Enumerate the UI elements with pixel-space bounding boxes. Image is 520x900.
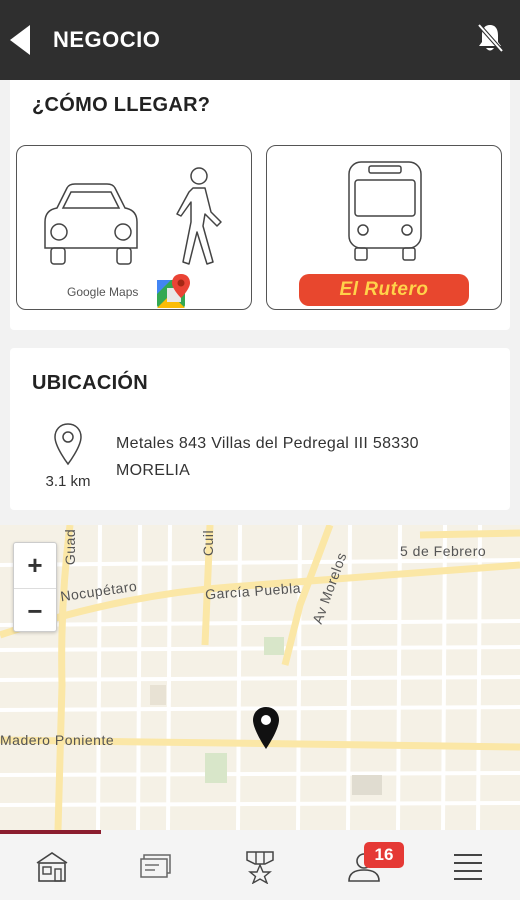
menu-icon xyxy=(454,854,482,880)
nav-home[interactable] xyxy=(0,834,104,900)
street-label: Cuil xyxy=(200,529,217,557)
location-card: UBICACIÓN 3.1 km Metales 843 Villas del … xyxy=(10,348,510,510)
google-maps-label: Google Maps xyxy=(67,285,139,299)
zoom-out-button[interactable]: − xyxy=(14,588,56,633)
zoom-in-button[interactable]: + xyxy=(14,543,56,588)
home-icon xyxy=(36,852,68,882)
how-to-get-there-card: ¿CÓMO LLEGAR? Google Maps El Rutero xyxy=(10,80,510,330)
nav-tickets[interactable] xyxy=(104,834,208,900)
rewards-medal-icon xyxy=(246,851,274,884)
back-button[interactable] xyxy=(0,20,40,60)
street-label: Guad xyxy=(62,528,79,566)
walking-person-icon xyxy=(176,167,222,265)
map-view[interactable]: + − Nocupétaro García Puebla Av Morelos … xyxy=(0,525,520,830)
street-map xyxy=(0,525,520,830)
el-rutero-logo-text: El Rutero xyxy=(339,279,429,300)
bell-off-icon xyxy=(477,23,504,53)
top-app-bar: NEGOCIO xyxy=(0,0,520,80)
address-text: Metales 843 Villas del Pedregal III 5833… xyxy=(116,430,486,484)
distance-label: 3.1 km xyxy=(45,473,91,490)
notifications-toggle-button[interactable] xyxy=(472,18,508,58)
car-icon xyxy=(44,183,138,265)
back-arrow-icon xyxy=(10,25,30,55)
distance-block: 3.1 km xyxy=(38,422,98,490)
el-rutero-option[interactable]: El Rutero xyxy=(266,145,502,310)
map-marker-icon[interactable] xyxy=(252,706,280,750)
app-screen: NEGOCIO ¿CÓMO LLEGAR? Google Maps El Rut… xyxy=(0,0,520,900)
bottom-navigation: 16 xyxy=(0,830,520,900)
location-title: UBICACIÓN xyxy=(32,372,149,394)
nav-profile[interactable]: 16 xyxy=(312,834,416,900)
street-label: Madero Poniente xyxy=(0,732,115,748)
el-rutero-logo: El Rutero xyxy=(299,274,469,306)
nav-rewards[interactable] xyxy=(208,834,312,900)
zoom-controls: + − xyxy=(13,542,57,632)
address-line-2: MORELIA xyxy=(116,462,191,479)
tickets-icon xyxy=(140,854,171,878)
notification-count-badge: 16 xyxy=(364,842,404,868)
bus-icon xyxy=(348,161,422,261)
location-pin-icon xyxy=(54,423,82,466)
page-title: NEGOCIO xyxy=(53,27,161,52)
street-label: 5 de Febrero xyxy=(400,543,487,559)
how-to-get-there-title: ¿CÓMO LLEGAR? xyxy=(32,94,211,116)
address-line-1: Metales 843 Villas del Pedregal III 5833… xyxy=(116,435,419,452)
nav-menu[interactable] xyxy=(416,834,520,900)
google-maps-option[interactable]: Google Maps xyxy=(16,145,252,310)
google-maps-logo-icon xyxy=(157,274,190,308)
